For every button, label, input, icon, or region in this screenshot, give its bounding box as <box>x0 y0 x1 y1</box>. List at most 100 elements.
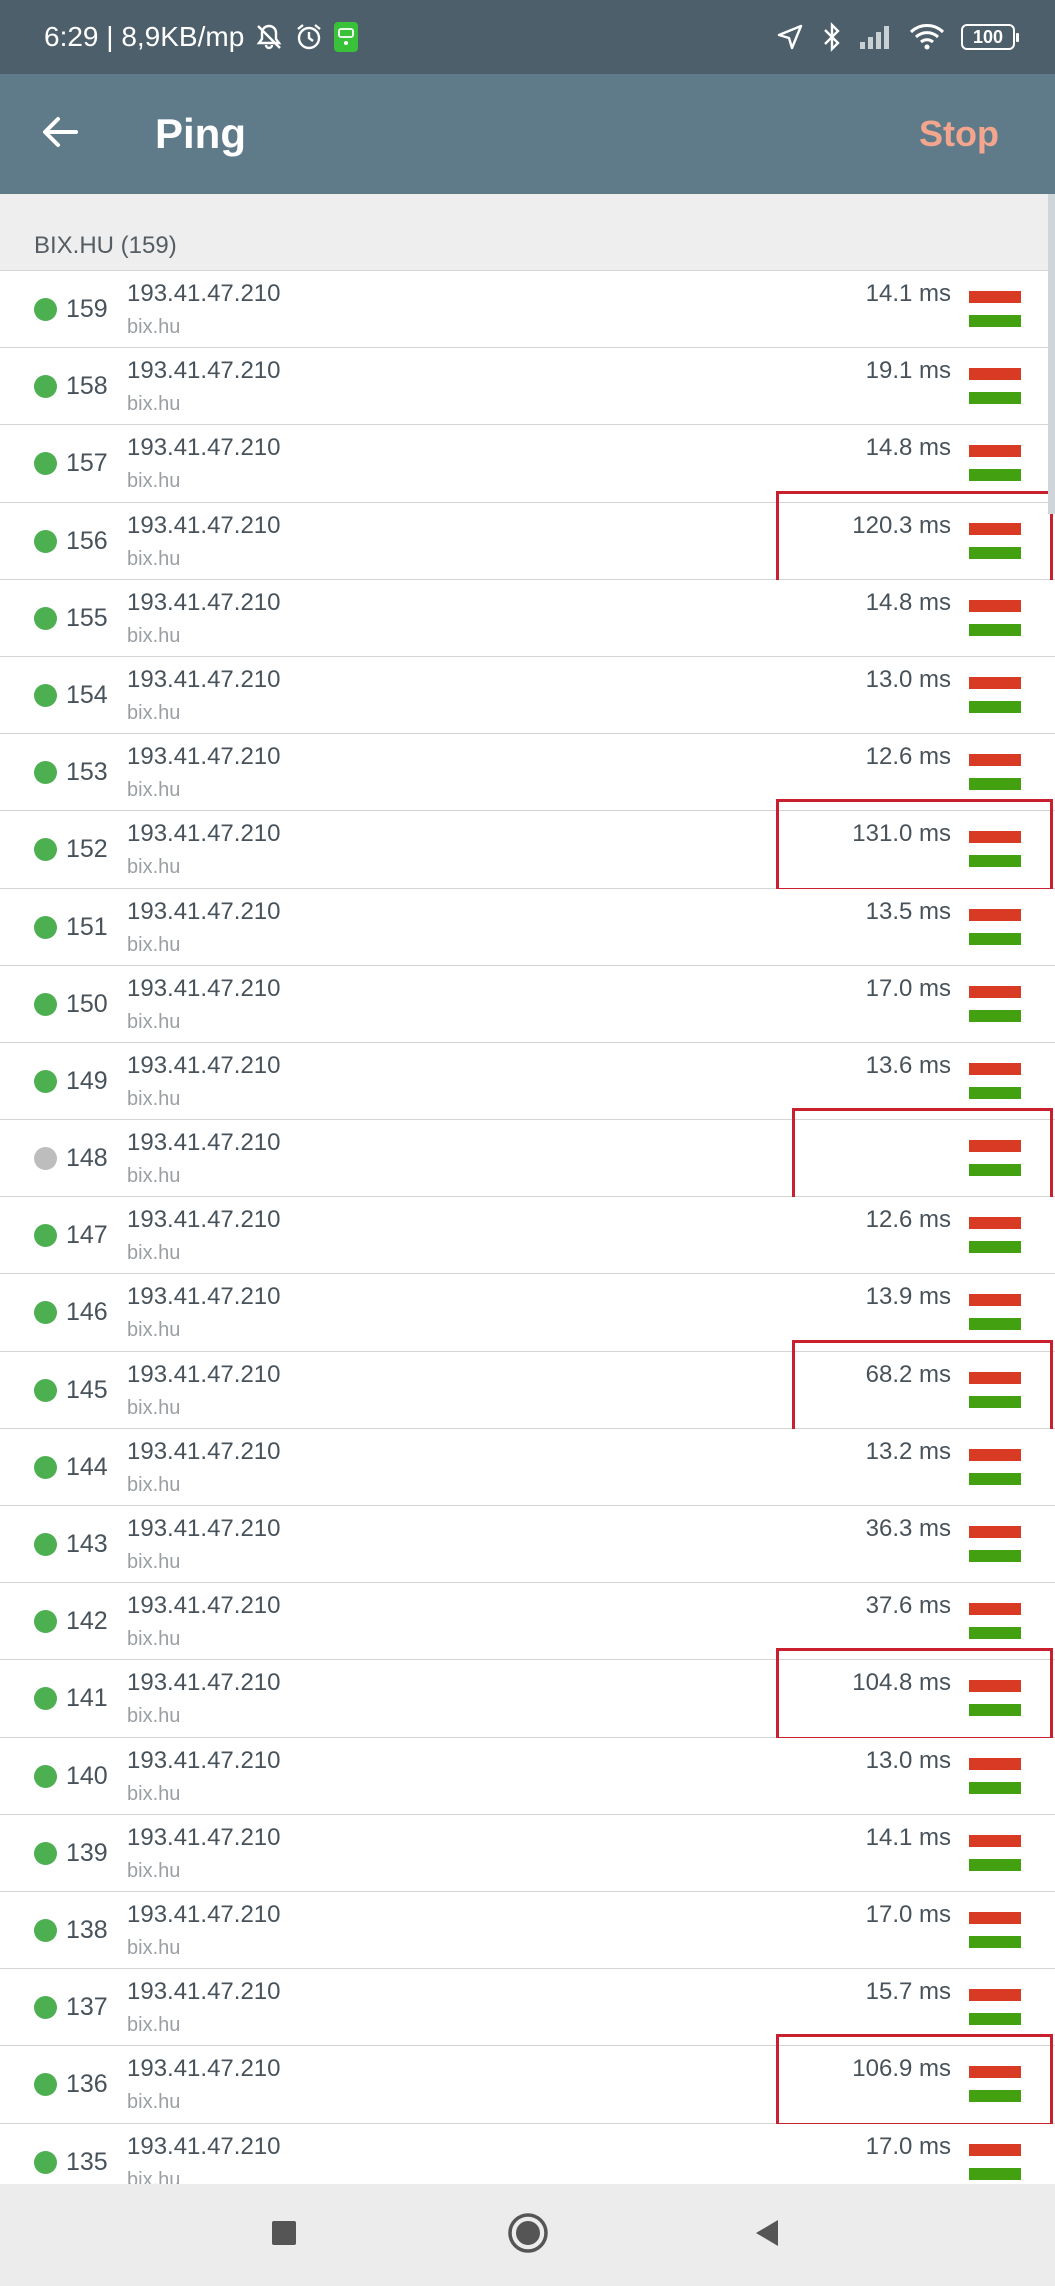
ip-address: 193.41.47.210 <box>127 1129 281 1157</box>
latency-bar-green <box>969 932 1021 945</box>
latency-bar-red <box>969 368 1021 381</box>
ping-row[interactable]: 152 193.41.47.210 bix.hu 131.0 ms <box>0 799 1055 892</box>
mute-icon <box>254 22 284 52</box>
ip-address: 193.41.47.210 <box>127 357 281 385</box>
latency-value: 13.5 ms <box>865 897 951 925</box>
ping-row[interactable]: 151 193.41.47.210 bix.hu 13.5 ms <box>0 888 1055 966</box>
ip-address: 193.41.47.210 <box>127 1206 281 1234</box>
ip-address: 193.41.47.210 <box>127 2132 281 2160</box>
ping-row[interactable]: 138 193.41.47.210 bix.hu 17.0 ms <box>0 1891 1055 1970</box>
latency-bar-red <box>969 985 1021 998</box>
status-dot-icon <box>34 1996 57 2020</box>
hostname: bix.hu <box>127 779 181 802</box>
ping-row[interactable]: 153 193.41.47.210 bix.hu 12.6 ms <box>0 734 1055 812</box>
sequence-number: 159 <box>66 295 108 323</box>
ping-row[interactable]: 149 193.41.47.210 bix.hu 13.6 ms <box>0 1042 1055 1121</box>
ping-row[interactable]: 159 193.41.47.210 bix.hu 14.1 ms <box>0 271 1055 349</box>
sequence-number: 153 <box>66 758 108 787</box>
recents-button[interactable] <box>224 2184 344 2286</box>
scrollbar[interactable] <box>1048 194 1055 514</box>
latency-bar-green <box>969 1472 1021 1485</box>
ping-row[interactable]: 148 193.41.47.210 bix.hu <box>0 1108 1055 1201</box>
ping-row[interactable]: 147 193.41.47.210 bix.hu 12.6 ms <box>0 1197 1055 1275</box>
ping-row[interactable]: 140 193.41.47.210 bix.hu 13.0 ms <box>0 1737 1055 1815</box>
hostname: bix.hu <box>127 1705 181 1728</box>
latency-bar-green <box>969 469 1021 482</box>
latency-bar-red <box>969 1062 1021 1075</box>
latency-bar-green <box>969 2013 1021 2026</box>
ping-row[interactable]: 142 193.41.47.210 bix.hu 37.6 ms <box>0 1583 1055 1661</box>
latency-bar-green <box>969 1935 1021 1948</box>
latency-bar-red <box>969 1294 1021 1307</box>
latency-value: 13.9 ms <box>865 1283 951 1311</box>
ping-row[interactable]: 139 193.41.47.210 bix.hu 14.1 ms <box>0 1814 1055 1892</box>
latency-value: 14.8 ms <box>865 434 951 462</box>
sequence-number: 154 <box>66 680 108 709</box>
latency-value: 36.3 ms <box>865 1515 951 1542</box>
ping-row[interactable]: 137 193.41.47.210 bix.hu 15.7 ms <box>0 1969 1055 2047</box>
ip-address: 193.41.47.210 <box>127 1283 281 1311</box>
hostname: bix.hu <box>127 2014 181 2037</box>
sequence-number: 158 <box>66 372 108 401</box>
ping-row[interactable]: 143 193.41.47.210 bix.hu 36.3 ms <box>0 1506 1055 1584</box>
latency-bar-green <box>969 1627 1021 1640</box>
ping-results-list[interactable]: BIX.HU (159) 159 193.41.47.210 bix.hu 14.1 … <box>0 194 1055 2184</box>
status-dot-icon <box>34 992 57 1016</box>
home-button[interactable] <box>468 2184 588 2286</box>
latency-bar-red <box>969 1911 1021 1924</box>
ping-row[interactable]: 135 193.41.47.210 bix.hu 17.0 ms <box>0 2123 1055 2185</box>
latency-bar-green <box>969 1858 1021 1871</box>
ping-row[interactable]: 154 193.41.47.210 bix.hu 13.0 ms <box>0 656 1055 735</box>
nav-back-button[interactable] <box>707 2184 827 2286</box>
latency-bar-red <box>969 2143 1021 2156</box>
latency-bar-green <box>969 1318 1021 1331</box>
ping-row[interactable]: 157 193.41.47.210 bix.hu 14.8 ms <box>0 425 1055 503</box>
latency-bar-green <box>969 1241 1021 1254</box>
status-dot-icon <box>34 529 57 553</box>
ip-address: 193.41.47.210 <box>127 974 281 1002</box>
stop-button[interactable]: Stop <box>919 74 999 194</box>
hostname: bix.hu <box>127 856 181 879</box>
ping-row[interactable]: 145 193.41.47.210 bix.hu 68.2 ms <box>0 1339 1055 1432</box>
sequence-number: 148 <box>66 1144 108 1173</box>
status-dot-icon <box>34 1687 57 1711</box>
status-dot-icon <box>34 1301 57 1325</box>
ping-row[interactable]: 158 193.41.47.210 bix.hu 19.1 ms <box>0 348 1055 426</box>
status-dot-icon <box>34 1147 57 1171</box>
sequence-number: 150 <box>66 989 108 1018</box>
status-dot-icon <box>34 2150 57 2174</box>
ping-row[interactable]: 150 193.41.47.210 bix.hu 17.0 ms <box>0 965 1055 1043</box>
latency-bar-red <box>969 1371 1021 1384</box>
status-bar: 6:29 | 8,9KB/mp 100 <box>0 0 1055 74</box>
latency-value: 131.0 ms <box>852 820 951 848</box>
battery-icon: 100 <box>961 24 1019 50</box>
latency-value: 14.1 ms <box>865 1823 951 1851</box>
latency-value: 120.3 ms <box>852 511 951 539</box>
hostname: bix.hu <box>127 1165 181 1188</box>
latency-bar-red <box>969 1526 1021 1538</box>
ping-row[interactable]: 141 193.41.47.210 bix.hu 104.8 ms <box>0 1648 1055 1741</box>
highlight-box <box>792 1108 1053 1201</box>
ip-address: 193.41.47.210 <box>127 1900 281 1928</box>
ip-address: 193.41.47.210 <box>127 1978 281 2006</box>
ip-address: 193.41.47.210 <box>127 588 281 616</box>
latency-value: 13.0 ms <box>865 1746 951 1774</box>
battery-level: 100 <box>972 26 1004 47</box>
alarm-icon <box>294 22 324 52</box>
latency-value: 17.0 ms <box>865 2132 951 2160</box>
ping-row[interactable]: 136 193.41.47.210 bix.hu 106.9 ms <box>0 2034 1055 2127</box>
back-button[interactable] <box>30 104 90 164</box>
hostname: bix.hu <box>127 2168 181 2185</box>
ip-address: 193.41.47.210 <box>127 1669 281 1697</box>
ping-row[interactable]: 144 193.41.47.210 bix.hu 13.2 ms <box>0 1428 1055 1506</box>
latency-bar-red <box>969 1757 1021 1770</box>
ping-row[interactable]: 156 193.41.47.210 bix.hu 120.3 ms <box>0 490 1055 583</box>
ping-row[interactable]: 146 193.41.47.210 bix.hu 13.9 ms <box>0 1274 1055 1352</box>
hostname: bix.hu <box>127 470 181 493</box>
status-dot-icon <box>34 452 57 476</box>
ping-row[interactable]: 155 193.41.47.210 bix.hu 14.8 ms <box>0 579 1055 657</box>
latency-value: 106.9 ms <box>852 2055 951 2083</box>
ip-address: 193.41.47.210 <box>127 897 281 925</box>
sequence-number: 141 <box>66 1684 108 1713</box>
latency-value: 104.8 ms <box>852 1669 951 1697</box>
